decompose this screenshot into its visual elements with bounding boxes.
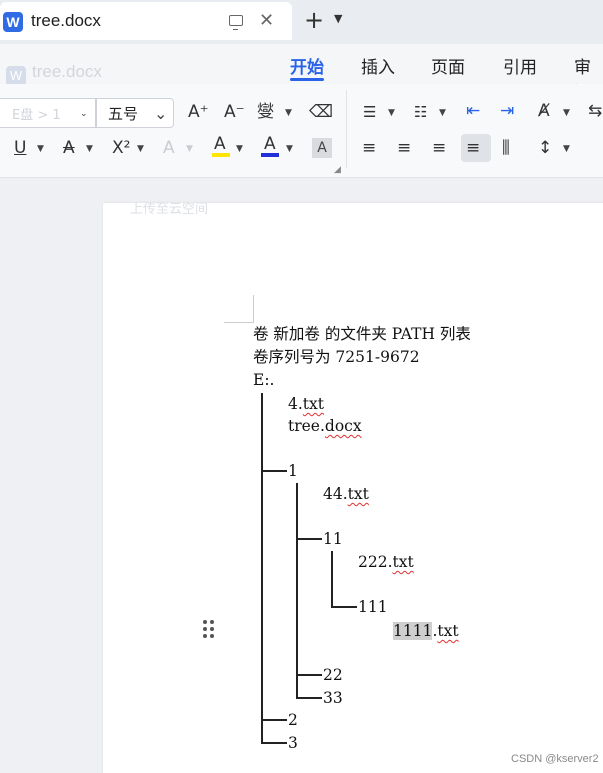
close-tab-icon[interactable]: ✕ bbox=[259, 10, 274, 32]
doc-line: 卷 新加卷 的文件夹 PATH 列表 bbox=[253, 325, 471, 343]
doc-line: E:. bbox=[253, 371, 275, 389]
justify-icon: ≡ bbox=[466, 138, 481, 158]
document-tab[interactable]: W tree.docx ✕ bbox=[0, 2, 292, 40]
tab-home[interactable]: 开始 bbox=[290, 53, 324, 78]
increase-indent-icon[interactable]: ⇥ bbox=[500, 101, 514, 121]
text-direction-icon[interactable]: Ⱥ bbox=[538, 101, 550, 121]
chevron-down-icon[interactable]: ▼ bbox=[285, 108, 292, 118]
tab-insert[interactable]: 插入 bbox=[361, 53, 395, 78]
tree-entry: 33 bbox=[323, 689, 343, 707]
tree-branch-line bbox=[331, 606, 357, 608]
numbered-list-icon[interactable]: ☷ bbox=[414, 102, 427, 122]
chevron-down-icon[interactable]: ▼ bbox=[439, 108, 446, 118]
font-name-ghost: E盘 > 1 bbox=[12, 108, 61, 123]
home-toolbar: E盘 > 1 ⌄ 五号 ⌄ A⁺ A⁻ 燮 ▼ ⌫ U ▼ A ▼ X² ▼ A… bbox=[0, 84, 603, 178]
tree-entry: 22 bbox=[323, 666, 343, 684]
tree-entry: 4.txt bbox=[288, 395, 324, 413]
highlight-icon[interactable]: A bbox=[214, 134, 226, 154]
superscript-icon[interactable]: X² bbox=[112, 138, 130, 158]
tree-branch-line bbox=[261, 393, 263, 743]
tree-entry: 44.txt bbox=[323, 485, 369, 503]
bullet-list-icon[interactable]: ☰ bbox=[363, 102, 376, 122]
chevron-down-icon[interactable]: ▼ bbox=[563, 144, 570, 154]
tree-entry: 2 bbox=[288, 711, 298, 729]
tree-branch-line bbox=[296, 538, 322, 540]
tree-branch-line bbox=[296, 483, 298, 697]
toolbar-separator bbox=[346, 90, 347, 168]
dialog-launcher-icon[interactable]: ◢ bbox=[334, 165, 341, 175]
highlight-color-bar bbox=[212, 153, 230, 157]
char-shading-icon[interactable]: A bbox=[312, 138, 332, 158]
title-ghost: Wtree.docx bbox=[6, 62, 102, 86]
line-spacing-icon[interactable]: ↕ bbox=[538, 138, 552, 158]
margin-mark bbox=[224, 322, 254, 323]
chevron-down-icon[interactable]: ▼ bbox=[37, 144, 44, 154]
align-center-icon[interactable]: ≡ bbox=[397, 138, 411, 158]
tree-branch-line bbox=[261, 742, 287, 744]
chevron-down-icon[interactable]: ▼ bbox=[86, 144, 93, 154]
eraser-icon[interactable]: ⌫ bbox=[309, 102, 333, 122]
tree-branch-line bbox=[261, 470, 287, 472]
new-tab-dropdown-icon[interactable]: ▼ bbox=[334, 12, 342, 25]
distributed-align-icon[interactable]: ⫼ bbox=[502, 138, 510, 158]
chevron-down-icon[interactable]: ⌄ bbox=[80, 109, 88, 119]
active-tab-underline bbox=[290, 78, 324, 81]
tree-branch-line bbox=[261, 719, 287, 721]
decrease-indent-icon[interactable]: ⇤ bbox=[466, 101, 480, 121]
chevron-down-icon[interactable]: ▼ bbox=[563, 108, 570, 118]
new-tab-plus-icon[interactable]: + bbox=[304, 6, 324, 34]
tree-branch-line bbox=[296, 697, 322, 699]
csdn-watermark: CSDN @kserver2 bbox=[511, 753, 599, 765]
title-bar: W tree.docx ✕ + ▼ bbox=[0, 0, 603, 44]
chevron-down-icon[interactable]: ⌄ bbox=[154, 104, 167, 123]
grow-font-icon[interactable]: A⁺ bbox=[188, 102, 209, 122]
tree-entry: 222.txt bbox=[358, 553, 414, 571]
tab-references[interactable]: 引用 bbox=[503, 53, 537, 78]
phonetic-guide-icon[interactable]: 燮 bbox=[257, 102, 274, 122]
align-left-icon[interactable]: ≡ bbox=[362, 138, 376, 158]
doc-line: 卷序列号为 7251-9672 bbox=[253, 348, 420, 366]
shrink-font-icon[interactable]: A⁻ bbox=[224, 102, 245, 122]
tree-entry: tree.docx bbox=[288, 417, 362, 435]
chevron-down-icon[interactable]: ▼ bbox=[286, 144, 293, 154]
text-effect-icon[interactable]: A bbox=[163, 138, 175, 158]
tree-entry: 1 bbox=[288, 462, 298, 480]
tree-entry: 111 bbox=[358, 598, 388, 616]
align-right-icon[interactable]: ≡ bbox=[432, 138, 446, 158]
tree-entry: 3 bbox=[288, 734, 298, 752]
tree-branch-line bbox=[296, 674, 322, 676]
font-size-value: 五号 bbox=[108, 105, 139, 123]
line-break-icon[interactable]: ⇆ bbox=[588, 101, 602, 121]
chevron-down-icon[interactable]: ▼ bbox=[186, 144, 193, 154]
chevron-down-icon[interactable]: ▼ bbox=[236, 144, 243, 154]
wps-writer-icon: W bbox=[3, 12, 23, 32]
chevron-down-icon[interactable]: ▼ bbox=[137, 144, 144, 154]
tree-branch-line bbox=[331, 551, 333, 606]
font-color-bar bbox=[261, 153, 279, 157]
upload-ghost-text: 上传至云空间 bbox=[130, 202, 209, 217]
strikethrough-icon[interactable]: A bbox=[63, 138, 75, 158]
margin-mark bbox=[253, 295, 254, 323]
font-color-icon[interactable]: A bbox=[264, 134, 276, 154]
tab-title: tree.docx bbox=[31, 11, 101, 30]
underline-icon[interactable]: U bbox=[14, 138, 26, 158]
chevron-down-icon[interactable]: ▼ bbox=[388, 108, 395, 118]
tab-page[interactable]: 页面 bbox=[431, 53, 465, 78]
tree-entry: 11 bbox=[323, 530, 343, 548]
tree-entry-selected: 1111.txt bbox=[393, 622, 459, 640]
drag-handle-icon[interactable] bbox=[203, 620, 215, 638]
window-mode-icon[interactable] bbox=[229, 15, 243, 30]
